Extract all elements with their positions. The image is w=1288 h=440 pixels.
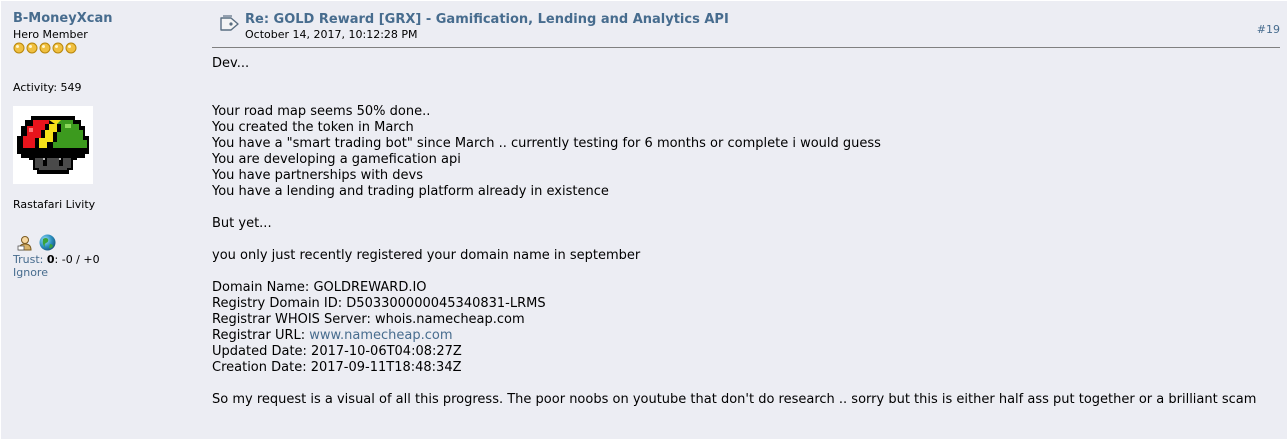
post-date: October 14, 2017, 10:12:28 PM (245, 28, 418, 41)
trust-detail: : -0 / +0 (54, 253, 100, 266)
registrar-url-link[interactable]: www.namecheap.com (309, 328, 452, 343)
rank-star-icon (65, 42, 77, 54)
body-list-item: Your road map seems 50% done.. (212, 104, 431, 119)
ignore-link[interactable]: Ignore (13, 266, 48, 279)
rank-stars (13, 42, 78, 54)
whois-registrar-url-label: Registrar URL: (212, 328, 310, 343)
rank-star-icon (52, 42, 64, 54)
poster-rank: Hero Member (13, 28, 88, 41)
whois-server: Registrar WHOIS Server: whois.namecheap.… (212, 312, 525, 327)
post-body: Dev... Your road map seems 50% done.. Yo… (212, 56, 1282, 408)
whois-domain-name: Domain Name: GOLDREWARD.IO (212, 280, 427, 295)
whois-registrar-url-line: Registrar URL: www.namecheap.com (212, 328, 1282, 344)
body-list-item: You are developing a gamefication api (212, 152, 461, 167)
mushroom-avatar-image (13, 106, 93, 184)
forum-post: B-MoneyXcan Hero Member Activity: 549 Ra… (0, 0, 1288, 440)
whois-updated-date: Updated Date: 2017-10-06T04:08:27Z (212, 344, 462, 359)
avatar (13, 106, 93, 184)
profile-icon[interactable] (17, 235, 33, 255)
body-closing: So my request is a visual of all this pr… (212, 392, 1257, 407)
topic-icon (219, 14, 241, 34)
body-but-yet: But yet... (212, 216, 272, 231)
body-list-item: You have a lending and trading platform … (212, 184, 609, 199)
post-number-link[interactable]: #19 (1257, 23, 1280, 36)
whois-creation-date: Creation Date: 2017-09-11T18:48:34Z (212, 360, 462, 375)
body-list-item: You have a "smart trading bot" since Mar… (212, 136, 881, 151)
trust-score: 0 (46, 253, 55, 266)
trust-link[interactable]: Trust: (13, 253, 43, 266)
rank-star-icon (13, 42, 25, 54)
body-greeting: Dev... (212, 56, 250, 71)
poster-icons (17, 234, 56, 255)
whois-registry-id: Registry Domain ID: D503300000045340831-… (212, 296, 546, 311)
body-list-item: You have partnerships with devs (212, 168, 424, 183)
poster-activity: Activity: 549 (13, 81, 82, 94)
website-globe-icon[interactable] (39, 234, 56, 255)
personal-text: Rastafari Livity (13, 198, 96, 211)
body-registered: you only just recently registered your d… (212, 248, 641, 263)
body-list-item: You created the token in March (212, 120, 414, 135)
trust-line: Trust: 0: -0 / +0 (13, 253, 100, 266)
poster-name-link[interactable]: B-MoneyXcan (13, 11, 112, 26)
post-header: Re: GOLD Reward [GRX] - Gamification, Le… (212, 0, 1280, 48)
post-subject-link[interactable]: Re: GOLD Reward [GRX] - Gamification, Le… (245, 12, 729, 27)
rank-star-icon (39, 42, 51, 54)
rank-star-icon (26, 42, 38, 54)
poster-info: B-MoneyXcan Hero Member Activity: 549 Ra… (0, 0, 200, 440)
